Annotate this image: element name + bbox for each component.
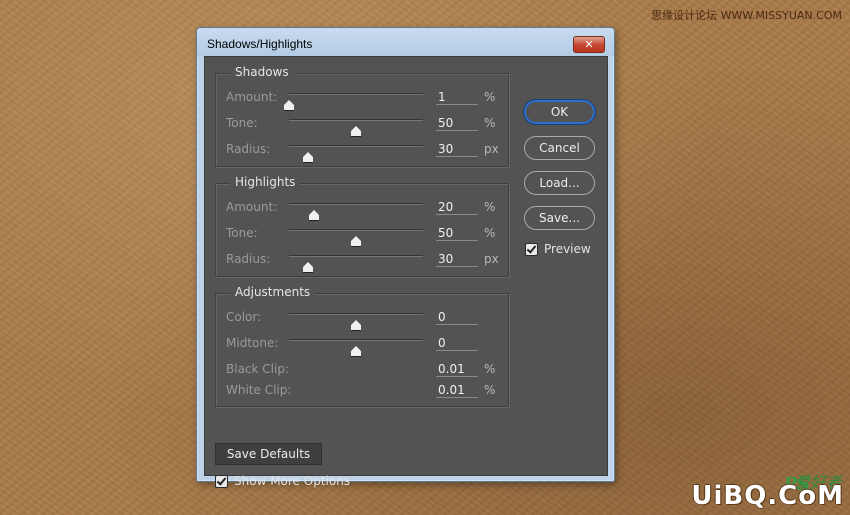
shadows-amount-label: Amount: — [226, 90, 278, 104]
shadows-highlights-dialog: Shadows/Highlights ✕ Shadows Amount: % T… — [196, 27, 615, 488]
highlights-amount-input[interactable] — [436, 199, 478, 215]
highlights-amount-unit: % — [484, 200, 496, 214]
highlights-amount-label: Amount: — [226, 200, 278, 214]
highlights-group-title: Highlights — [230, 175, 301, 189]
shadows-amount-slider[interactable] — [284, 93, 423, 110]
highlights-amount-slider[interactable] — [289, 203, 423, 220]
title-bar[interactable]: Shadows/Highlights ✕ — [197, 28, 614, 56]
site-watermark: UiBQ.CoM — [691, 471, 844, 511]
highlights-radius-unit: px — [484, 252, 499, 266]
save-defaults-button[interactable]: Save Defaults — [215, 443, 322, 465]
shadows-radius-row: Radius: px — [216, 141, 508, 164]
shadows-radius-slider[interactable] — [289, 145, 423, 162]
shadows-tone-row: Tone: % — [216, 115, 508, 138]
adjustments-white-clip-input[interactable] — [436, 382, 478, 398]
adjustments-color-slider[interactable] — [289, 313, 423, 330]
watermark-top: 思缘设计论坛 WWW.MISSYUAN.COM — [651, 9, 842, 22]
adjustments-black-clip-row: Black Clip: % — [216, 361, 508, 384]
adjustments-midtone-input[interactable] — [436, 335, 478, 351]
highlights-tone-slider[interactable] — [289, 229, 423, 246]
highlights-tone-unit: % — [484, 226, 496, 240]
preview-checkbox[interactable] — [525, 243, 538, 256]
adjustments-white-clip-row: White Clip: % — [216, 382, 508, 405]
shadows-amount-input[interactable] — [436, 89, 478, 105]
site-watermark-text: UiBQ.CoM — [691, 481, 844, 511]
highlights-group: Highlights Amount: % Tone: % Radius: — [215, 175, 509, 277]
adjustments-group: Adjustments Color: Midtone: Black Clip: … — [215, 285, 509, 407]
load-button[interactable]: Load... — [524, 171, 595, 195]
shadows-tone-slider[interactable] — [289, 119, 423, 136]
shadows-tone-unit: % — [484, 116, 496, 130]
highlights-amount-row: Amount: % — [216, 199, 508, 222]
highlights-radius-label: Radius: — [226, 252, 271, 266]
preview-label[interactable]: Preview — [544, 242, 591, 256]
shadows-group-title: Shadows — [230, 65, 294, 79]
shadows-tone-input[interactable] — [436, 115, 478, 131]
shadows-amount-row: Amount: % — [216, 89, 508, 112]
adjustments-color-label: Color: — [226, 310, 262, 324]
adjustments-color-input[interactable] — [436, 309, 478, 325]
adjustments-color-row: Color: — [216, 309, 508, 332]
ok-button[interactable]: OK — [524, 100, 595, 124]
show-more-options-label[interactable]: Show More Options — [234, 474, 350, 488]
highlights-tone-row: Tone: % — [216, 225, 508, 248]
save-button[interactable]: Save... — [524, 206, 595, 230]
highlights-radius-row: Radius: px — [216, 251, 508, 274]
adjustments-black-clip-input[interactable] — [436, 361, 478, 377]
adjustments-midtone-row: Midtone: — [216, 335, 508, 358]
adjustments-black-clip-unit: % — [484, 362, 496, 376]
dialog-body: Shadows Amount: % Tone: % Radius: — [204, 56, 608, 488]
close-button[interactable]: ✕ — [573, 36, 605, 53]
highlights-radius-slider[interactable] — [289, 255, 423, 272]
adjustments-group-title: Adjustments — [230, 285, 316, 299]
adjustments-midtone-label: Midtone: — [226, 336, 279, 350]
adjustments-midtone-slider[interactable] — [289, 339, 423, 356]
show-more-options-checkbox[interactable] — [215, 475, 228, 488]
dialog-title: Shadows/Highlights — [207, 37, 313, 51]
shadows-tone-label: Tone: — [226, 116, 258, 130]
cancel-button[interactable]: Cancel — [524, 136, 595, 160]
shadows-amount-unit: % — [484, 90, 496, 104]
adjustments-black-clip-label: Black Clip: — [226, 362, 289, 376]
close-icon: ✕ — [584, 38, 594, 51]
highlights-radius-input[interactable] — [436, 251, 478, 267]
adjustments-white-clip-unit: % — [484, 383, 496, 397]
shadows-radius-label: Radius: — [226, 142, 271, 156]
shadows-radius-input[interactable] — [436, 141, 478, 157]
adjustments-white-clip-label: White Clip: — [226, 383, 292, 397]
shadows-group: Shadows Amount: % Tone: % Radius: — [215, 65, 509, 167]
highlights-tone-label: Tone: — [226, 226, 258, 240]
highlights-tone-input[interactable] — [436, 225, 478, 241]
shadows-radius-unit: px — [484, 142, 499, 156]
